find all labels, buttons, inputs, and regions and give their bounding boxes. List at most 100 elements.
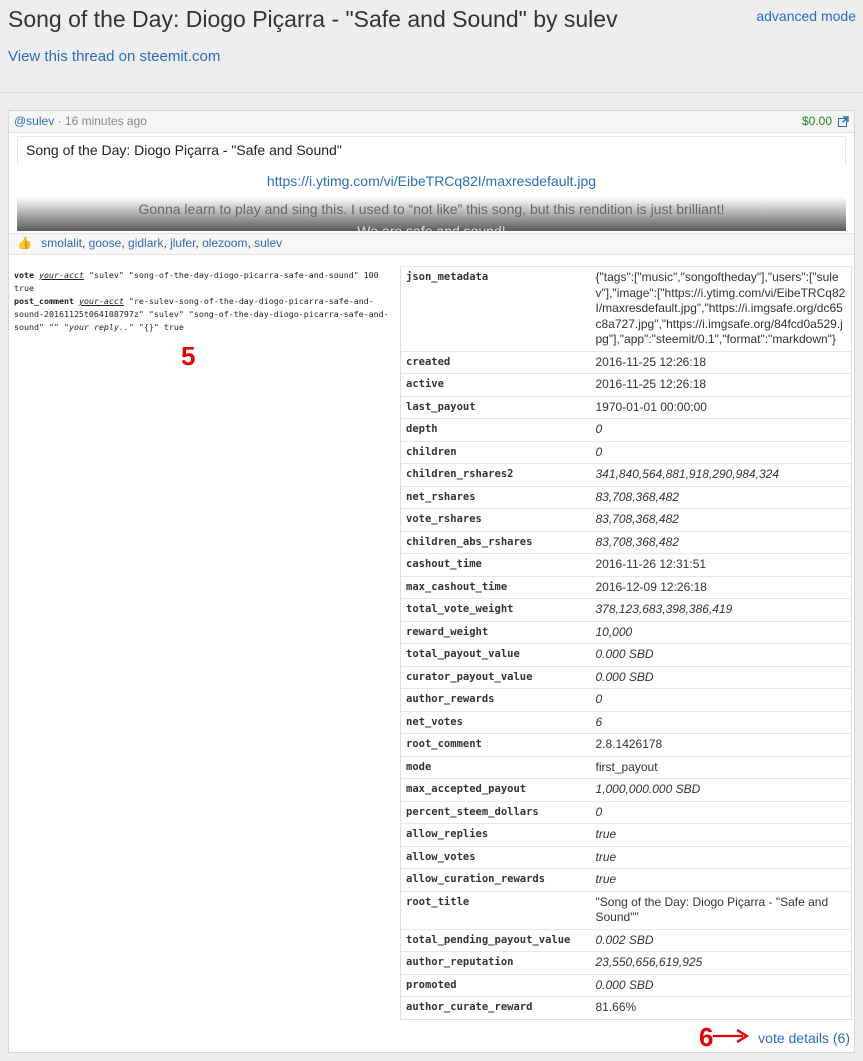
voter-link[interactable]: sulev	[254, 236, 282, 250]
metadata-row: total_vote_weight 378,123,683,398,386,419	[400, 598, 852, 621]
metadata-value: 0	[590, 440, 852, 464]
post-body: https://i.ytimg.com/vi/EibeTRCq82I/maxre…	[17, 165, 846, 231]
metadata-value: true	[590, 823, 852, 846]
voter-separator: ,	[81, 236, 89, 250]
metadata-row: author_reputation 23,550,656,619,925	[400, 951, 852, 974]
vote-acct-placeholder: your-acct	[38, 270, 84, 280]
payout-value: $0.00	[801, 114, 832, 128]
metadata-key: percent_steem_dollars	[400, 800, 591, 824]
body-text-faded: We are safe and sound!	[357, 223, 506, 231]
metadata-value: 0	[590, 688, 852, 711]
vote-command: vote your-acct "sulev" "song-of-the-day-…	[14, 269, 394, 295]
annotation-arrow-icon	[713, 1029, 750, 1043]
metadata-value: true	[590, 868, 852, 891]
metadata-key: children_abs_rshares	[400, 530, 591, 554]
image-url-link[interactable]: https://i.ytimg.com/vi/EibeTRCq82I/maxre…	[17, 173, 846, 189]
metadata-key: children	[400, 440, 591, 464]
thumbs-up-icon: 👍	[17, 236, 32, 250]
metadata-row: active 2016-11-25 12:26:18	[400, 373, 852, 396]
metadata-row: root_title "Song of the Day: Diogo Piçarr…	[400, 890, 852, 929]
body-text: Gonna learn to play and sing this. I use…	[138, 201, 725, 217]
metadata-row: author_curate_reward 81.66%	[400, 996, 852, 1019]
metadata-row: created 2016-11-25 12:26:18	[400, 350, 852, 374]
external-link-icon[interactable]	[838, 116, 849, 127]
metadata-value: 83,708,368,482	[590, 530, 852, 554]
metadata-row: children 0	[400, 440, 852, 464]
metadata-key: allow_replies	[400, 823, 591, 846]
metadata-key: net_rshares	[400, 485, 591, 509]
view-thread-link[interactable]: View this thread on steemit.com	[8, 48, 220, 65]
metadata-key: promoted	[400, 973, 591, 997]
metadata-value: 23,550,656,619,925	[590, 951, 852, 974]
metadata-row: allow_votes true	[400, 845, 852, 869]
metadata-key: allow_curation_rewards	[400, 868, 591, 891]
metadata-value: 1,000,000.000 SBD	[590, 778, 852, 801]
metadata-row: allow_replies true	[400, 823, 852, 846]
post-age: · 16 minutes ago	[57, 114, 147, 128]
metadata-row: children_rshares2 341,840,564,881,918,290…	[400, 463, 852, 486]
metadata-key: created	[400, 350, 591, 374]
metadata-value: 0	[590, 800, 852, 824]
author-link[interactable]: @sulev	[14, 114, 54, 128]
metadata-value: 341,840,564,881,918,290,984,324	[590, 463, 852, 486]
metadata-value: first_payout	[590, 755, 852, 779]
metadata-value: 378,123,683,398,386,419	[590, 598, 852, 621]
metadata-key: active	[400, 373, 591, 396]
comment-command: post_comment your-acct "re-sulev-song-of…	[14, 295, 394, 334]
metadata-key: net_votes	[400, 710, 591, 734]
metadata-value: 2.8.1426178	[590, 733, 852, 756]
voters-bar: 👍 smolalit, goose, gidlark, jlufer, olez…	[9, 233, 854, 255]
metadata-key: total_payout_value	[400, 643, 591, 666]
metadata-key: root_comment	[400, 733, 591, 756]
metadata-row: depth 0	[400, 418, 852, 441]
comment-reply-placeholder: "your reply.."	[63, 322, 134, 332]
metadata-key: vote_rshares	[400, 508, 591, 531]
metadata-value: 0.000 SBD	[590, 665, 852, 689]
voter-link[interactable]: smolalit	[41, 236, 82, 250]
post-age-text: 16 minutes ago	[64, 114, 147, 128]
metadata-key: children_rshares2	[400, 463, 591, 486]
metadata-value: 0.002 SBD	[590, 928, 852, 952]
metadata-value: 0	[590, 418, 852, 441]
metadata-key: total_pending_payout_value	[400, 928, 591, 952]
metadata-key: allow_votes	[400, 845, 591, 869]
metadata-table: json_metadata {"tags":["music","songofthe…	[400, 266, 852, 1020]
metadata-value: 83,708,368,482	[590, 485, 852, 509]
voter-link[interactable]: jlufer	[170, 236, 195, 250]
metadata-row: reward_weight 10,000	[400, 620, 852, 644]
metadata-value: 2016-11-25 12:26:18	[590, 373, 852, 396]
metadata-row: max_cashout_time 2016-12-09 12:26:18	[400, 575, 852, 599]
voter-link[interactable]: gidlark	[128, 236, 163, 250]
metadata-row: total_payout_value 0.000 SBD	[400, 643, 852, 666]
post-card: @sulev · 16 minutes ago $0.00 Song of th…	[8, 110, 855, 1053]
page-title: Song of the Day: Diogo Piçarra - "Safe a…	[8, 6, 618, 32]
metadata-row: vote_rshares 83,708,368,482	[400, 508, 852, 531]
metadata-row: percent_steem_dollars 0	[400, 800, 852, 824]
vote-details-link[interactable]: vote details (6)	[758, 1030, 850, 1046]
metadata-value: {"tags":["music","songoftheday"],"users"…	[590, 266, 852, 351]
metadata-row: children_abs_rshares 83,708,368,482	[400, 530, 852, 554]
metadata-key: author_rewards	[400, 688, 591, 711]
metadata-row: cashout_time 2016-11-26 12:31:51	[400, 553, 852, 576]
post-title: Song of the Day: Diogo Piçarra - "Safe a…	[17, 136, 846, 165]
voter-link[interactable]: goose	[89, 236, 122, 250]
metadata-value: 2016-11-25 12:26:18	[590, 350, 852, 374]
metadata-row: mode first_payout	[400, 755, 852, 779]
metadata-key: total_vote_weight	[400, 598, 591, 621]
comment-acct-placeholder: your-acct	[78, 296, 124, 306]
annotation-5: 5	[181, 341, 196, 371]
metadata-row: max_accepted_payout 1,000,000.000 SBD	[400, 778, 852, 801]
advanced-mode-link[interactable]: advanced mode	[756, 8, 856, 24]
metadata-value: 0.000 SBD	[590, 643, 852, 666]
metadata-row: curator_payout_value 0.000 SBD	[400, 665, 852, 689]
metadata-key: depth	[400, 418, 591, 441]
metadata-key: author_curate_reward	[400, 996, 591, 1019]
comment-cmd-name: post_comment	[14, 296, 74, 306]
post-header: @sulev · 16 minutes ago $0.00	[9, 111, 854, 133]
metadata-row: allow_curation_rewards true	[400, 868, 852, 891]
metadata-value: 10,000	[590, 620, 852, 644]
metadata-key: json_metadata	[400, 266, 591, 351]
metadata-row: promoted 0.000 SBD	[400, 973, 852, 997]
voter-link[interactable]: olezoom	[202, 236, 247, 250]
metadata-value: 2016-12-09 12:26:18	[590, 575, 852, 599]
